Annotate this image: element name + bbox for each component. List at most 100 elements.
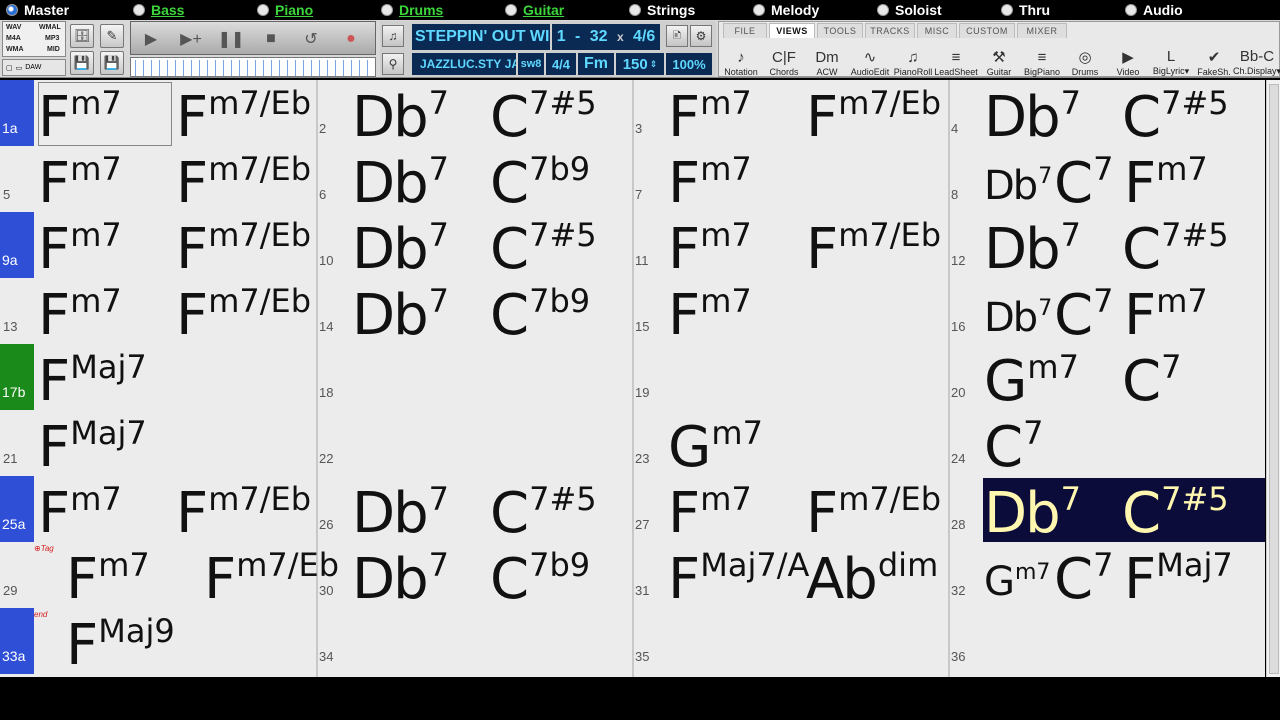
- ribbon-button-5[interactable]: ≡ LeadSheet: [934, 39, 978, 77]
- chord-symbol[interactable]: Db7: [352, 219, 449, 278]
- chord-symbol[interactable]: Fm7/Eb: [176, 483, 311, 542]
- part-marker[interactable]: 17b: [0, 344, 34, 410]
- chord-bar[interactable]: 1a Fm7 Fm7/Eb: [0, 80, 316, 146]
- part-marker[interactable]: 33a: [0, 608, 34, 674]
- chord-bar[interactable]: 17b FMaj7: [0, 344, 316, 410]
- chord-bar[interactable]: 19: [632, 344, 948, 410]
- chord-symbol[interactable]: C7b9: [490, 153, 590, 212]
- chord-symbol[interactable]: Fm7/Eb: [806, 87, 941, 146]
- chord-symbol[interactable]: Fm7/Eb: [806, 483, 941, 542]
- part-marker[interactable]: 25a: [0, 476, 34, 542]
- chord-bar[interactable]: 21 FMaj7: [0, 410, 316, 476]
- chord-symbol[interactable]: C7: [1054, 153, 1113, 212]
- chord-symbol[interactable]: Gm7: [984, 351, 1079, 410]
- tab-views[interactable]: VIEWS: [769, 23, 815, 38]
- chord-bar[interactable]: 5 Fm7 Fm7/Eb: [0, 146, 316, 212]
- chord-symbol[interactable]: Abdim: [806, 549, 938, 608]
- chord-bar[interactable]: 30 Db7 C7b9: [316, 542, 632, 608]
- chord-symbol[interactable]: C7: [984, 417, 1043, 476]
- chord-bar[interactable]: 4 Db7 C7#5: [948, 80, 1265, 146]
- track-melody[interactable]: Melody: [753, 2, 819, 18]
- chord-bar[interactable]: 3 Fm7 Fm7/Eb: [632, 80, 948, 146]
- song-notes-button[interactable]: 🗈: [666, 25, 688, 47]
- track-radio-icon[interactable]: [629, 4, 641, 16]
- chord-bar[interactable]: 20 Gm7 C7: [948, 344, 1265, 410]
- chord-symbol[interactable]: C7b9: [490, 285, 590, 344]
- song-title[interactable]: STEPPIN' OUT WI: [412, 24, 550, 50]
- chord-symbol[interactable]: C7: [1054, 549, 1113, 608]
- chord-symbol[interactable]: C7#5: [490, 87, 597, 146]
- chord-sheet[interactable]: 1a Fm7 Fm7/Eb 2 Db7 C7#5 3 Fm7 Fm7/Eb 4 Db7 C7#5 5 Fm…: [0, 80, 1265, 677]
- play-button[interactable]: ▶: [133, 25, 169, 53]
- chord-symbol[interactable]: Fm7: [668, 153, 752, 212]
- chord-symbol[interactable]: FMaj7: [1124, 549, 1233, 608]
- chord-symbol[interactable]: Fm7: [38, 219, 122, 278]
- chord-symbol[interactable]: Db7: [352, 483, 449, 542]
- chord-bar[interactable]: 6 Db7 C7b9: [316, 146, 632, 212]
- save-as-button[interactable]: 💾: [100, 51, 124, 75]
- chord-symbol[interactable]: Fm7/Eb: [176, 153, 311, 212]
- chord-bar[interactable]: 32 Gm7 C7 FMaj7: [948, 542, 1265, 608]
- style-code[interactable]: sw8: [518, 53, 544, 75]
- chord-symbol[interactable]: Fm7: [38, 285, 122, 344]
- ribbon-button-2[interactable]: Dm ACW: [807, 39, 847, 77]
- chord-bar[interactable]: 36: [948, 608, 1265, 674]
- chord-symbol[interactable]: Gm7: [668, 417, 763, 476]
- chord-bar[interactable]: 35: [632, 608, 948, 674]
- volume-field[interactable]: 100%: [666, 53, 712, 75]
- chord-symbol[interactable]: Fm7/Eb: [176, 219, 311, 278]
- song-timeline[interactable]: [130, 57, 376, 77]
- chord-symbol[interactable]: Fm7: [38, 483, 122, 542]
- record-button[interactable]: ●: [333, 25, 369, 53]
- chord-symbol[interactable]: C7#5: [490, 483, 597, 542]
- tab-misc[interactable]: MISC: [917, 23, 957, 38]
- chord-symbol[interactable]: Db7: [352, 285, 449, 344]
- chord-symbol[interactable]: Gm7: [984, 562, 1050, 603]
- chord-bar[interactable]: 34: [316, 608, 632, 674]
- chord-symbol[interactable]: FMaj9: [66, 615, 175, 674]
- tab-tools[interactable]: TOOLS: [817, 23, 863, 38]
- chord-symbol[interactable]: FMaj7: [38, 417, 147, 476]
- chord-symbol[interactable]: C7#5: [1122, 219, 1229, 278]
- chord-symbol[interactable]: C7#5: [1122, 483, 1229, 542]
- ribbon-button-0[interactable]: ♪ Notation: [721, 39, 761, 77]
- loop-button[interactable]: ↺: [293, 25, 329, 53]
- chord-symbol[interactable]: Fm7: [668, 483, 752, 542]
- track-radio-icon[interactable]: [381, 4, 393, 16]
- track-radio-icon[interactable]: [133, 4, 145, 16]
- style-picker-button[interactable]: ⚲: [382, 53, 404, 75]
- scrollbar-thumb[interactable]: [1269, 84, 1279, 674]
- chord-symbol[interactable]: Fm7: [668, 285, 752, 344]
- ribbon-button-12[interactable]: Bb-C Ch.Display▾: [1233, 39, 1280, 77]
- ribbon-button-7[interactable]: ≡ BigPiano: [1022, 39, 1062, 77]
- chord-symbol[interactable]: C7: [1054, 285, 1113, 344]
- time-signature[interactable]: 4/4: [546, 53, 576, 75]
- track-radio-icon[interactable]: [6, 4, 18, 16]
- chord-symbol[interactable]: C7: [1122, 351, 1181, 410]
- chord-symbol[interactable]: Fm7: [38, 153, 122, 212]
- chord-bar[interactable]: 7 Fm7: [632, 146, 948, 212]
- loop-range[interactable]: 1 - 32 x 4/6: [552, 24, 660, 50]
- chord-bar[interactable]: 14 Db7 C7b9: [316, 278, 632, 344]
- ribbon-button-8[interactable]: ◎ Drums: [1065, 39, 1105, 77]
- chord-symbol[interactable]: Db7: [352, 549, 449, 608]
- track-radio-icon[interactable]: [1125, 4, 1137, 16]
- chord-symbol[interactable]: Db7: [984, 166, 1052, 207]
- track-radio-icon[interactable]: [257, 4, 269, 16]
- track-drums[interactable]: Drums: [381, 2, 443, 18]
- chord-symbol[interactable]: Db7: [984, 87, 1081, 146]
- chord-symbol[interactable]: Db7: [352, 153, 449, 212]
- tab-tracks[interactable]: TRACKS: [865, 23, 915, 38]
- chord-bar[interactable]: 33a end FMaj9: [0, 608, 316, 674]
- chord-symbol[interactable]: Fm7/Eb: [176, 285, 311, 344]
- track-piano[interactable]: Piano: [257, 2, 313, 18]
- track-thru[interactable]: Thru: [1001, 2, 1050, 18]
- song-key[interactable]: Fm: [578, 53, 614, 75]
- chord-bar[interactable]: 10 Db7 C7#5: [316, 212, 632, 278]
- chord-symbol[interactable]: Fm7: [668, 219, 752, 278]
- chord-symbol[interactable]: Fm7: [66, 549, 150, 608]
- save-song-button[interactable]: 💾: [70, 51, 94, 75]
- chord-bar[interactable]: 29 ⊕Tag Fm7 Fm7/Eb: [0, 542, 339, 608]
- chord-bar[interactable]: 15 Fm7: [632, 278, 948, 344]
- play-from-button[interactable]: ▶+: [173, 25, 209, 53]
